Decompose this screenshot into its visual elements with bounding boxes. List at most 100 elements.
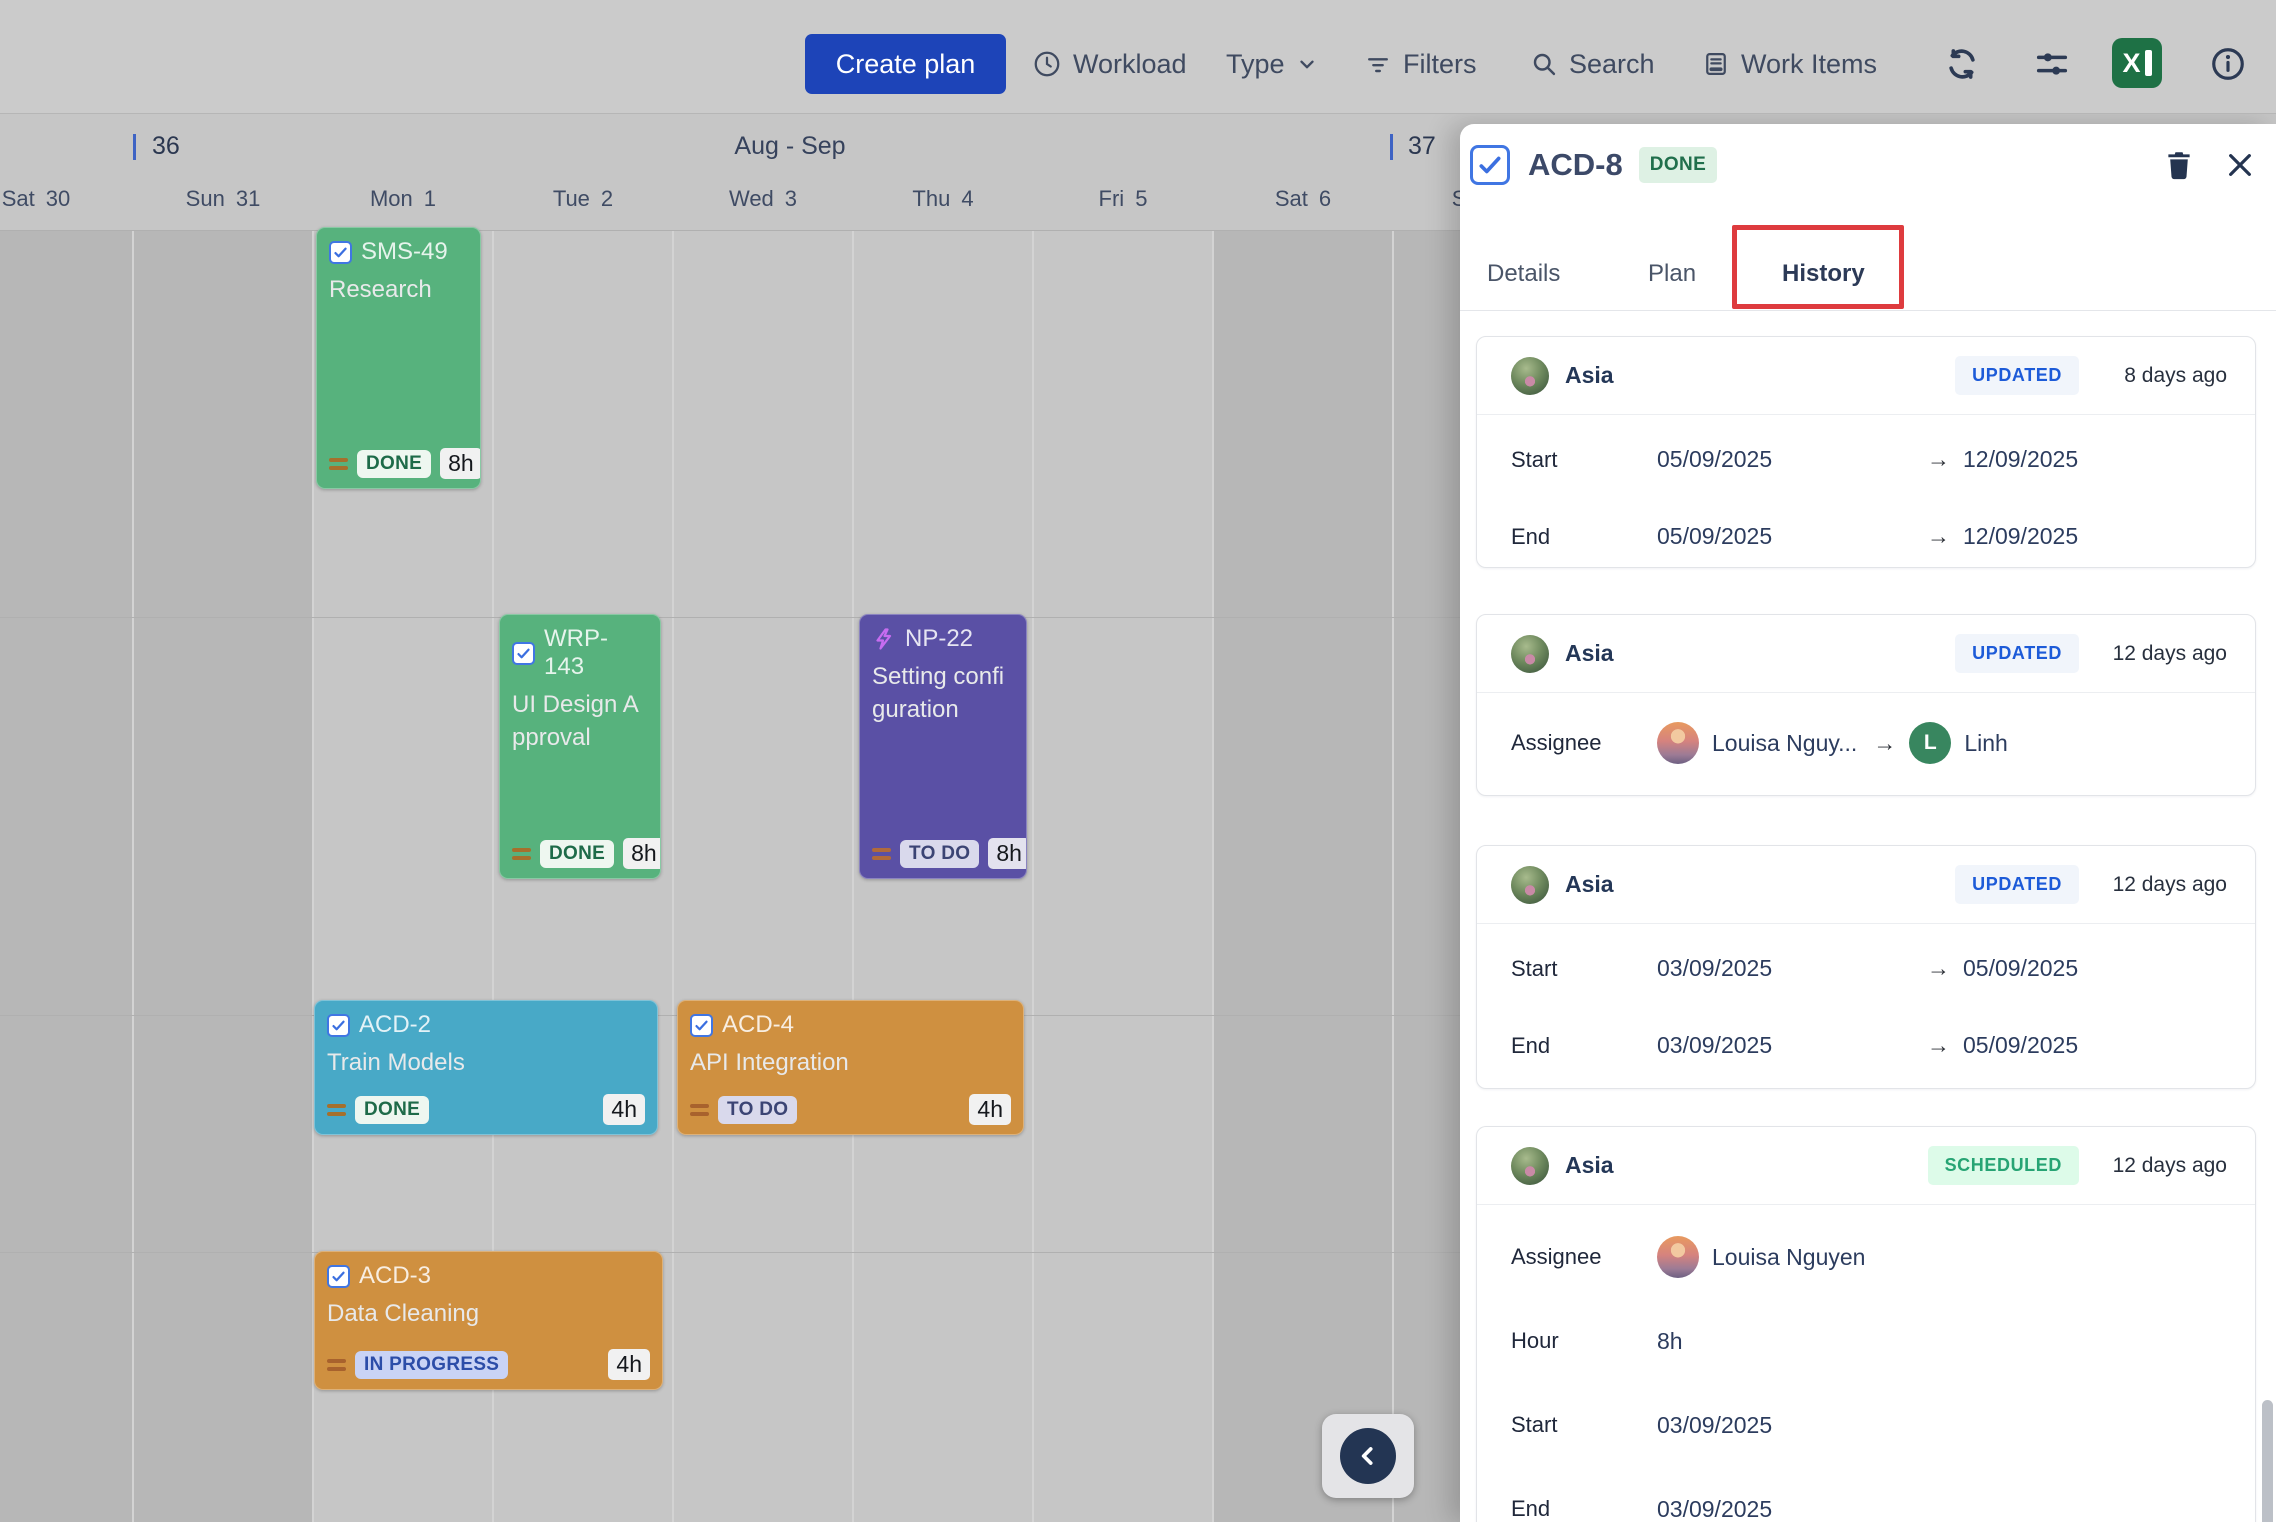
lightning-icon [872,627,896,651]
status-badge: IN PROGRESS [355,1351,508,1379]
status-badge: TO DO [718,1096,797,1124]
hours-badge: 4h [608,1349,650,1380]
sync-icon[interactable] [1936,38,1988,90]
day-header: Wed3 [703,186,823,212]
history-entry: Asia SCHEDULED 12 days ago Assignee Loui… [1476,1126,2256,1522]
priority-medium-icon [690,1104,709,1116]
day-header: Thu4 [883,186,1003,212]
day-header: Tue2 [523,186,643,212]
task-code: ACD-3 [359,1262,431,1290]
week-36-tick [133,134,136,160]
avatar-louisa [1657,1236,1699,1278]
task-card-wrp-143[interactable]: WRP-143 UI Design Approval DONE 8h [499,614,661,879]
entry-timestamp: 8 days ago [2099,364,2227,388]
trash-icon[interactable] [2162,148,2196,182]
task-code: WRP-143 [544,625,648,681]
tab-history[interactable]: History [1782,260,1865,288]
weekend-shade-left [0,230,313,1522]
excel-export-icon[interactable]: X [2112,38,2162,88]
panel-tabs: Details Plan History [1460,242,2276,310]
history-entry-header: Asia SCHEDULED 12 days ago [1477,1127,2255,1205]
task-checkbox-icon [327,1014,350,1037]
task-checkbox-icon [329,241,352,264]
history-entry-header: Asia UPDATED 12 days ago [1477,846,2255,924]
info-icon[interactable] [2202,38,2254,90]
tabs-divider [1460,310,2276,311]
field-row: Hour 8h [1477,1299,2255,1383]
hours-badge: 4h [603,1094,645,1125]
avatar-linh-initial: L [1909,722,1951,764]
settings-sliders-icon[interactable] [2026,38,2078,90]
task-title: UI Design Approval [512,688,648,754]
action-badge: UPDATED [1955,865,2079,904]
status-badge: DONE [357,450,431,478]
task-card-sms-49[interactable]: SMS-49 Research DONE8h [316,227,481,489]
entry-timestamp: 12 days ago [2099,1154,2227,1178]
type-dropdown[interactable]: Type [1226,34,1318,94]
priority-medium-icon [872,848,891,860]
day-header: Sat30 [0,186,96,212]
avatar-asia [1511,635,1549,673]
task-status-badge: DONE [1639,147,1718,183]
task-code: NP-22 [905,625,973,653]
weekend-shade-right [1213,230,1476,1522]
task-title: Train Models [327,1046,645,1079]
collapse-panel-button[interactable] [1322,1414,1414,1498]
workload-button[interactable]: Workload [1032,34,1187,94]
history-entry: Asia UPDATED 8 days ago Start 05/09/2025… [1476,336,2256,568]
day-header: Mon1 [343,186,463,212]
filters-button[interactable]: Filters [1364,34,1477,94]
arrow-right-icon: → [1927,446,1950,473]
tab-details[interactable]: Details [1487,260,1560,288]
hours-badge: 8h [623,838,661,869]
search-button[interactable]: Search [1530,34,1655,94]
task-card-acd-4[interactable]: ACD-4 API Integration TO DO4h [677,1000,1024,1135]
arrow-right-icon: → [1927,523,1950,550]
arrow-right-icon: → [1927,1032,1950,1059]
status-badge: DONE [355,1096,429,1124]
journal-icon [1702,50,1730,78]
task-code: ACD-4 [722,1011,794,1039]
arrow-right-icon: → [1873,730,1896,757]
history-entry: Asia UPDATED 12 days ago Assignee Louisa… [1476,614,2256,796]
week-number-left: 36 [152,132,180,161]
task-card-acd-3[interactable]: ACD-3 Data Cleaning IN PROGRESS 4h [314,1251,663,1390]
priority-medium-icon [329,458,348,470]
action-badge: SCHEDULED [1928,1146,2079,1185]
status-badge: DONE [540,840,614,868]
entry-timestamp: 12 days ago [2099,873,2227,897]
work-items-button[interactable]: Work Items [1702,34,1877,94]
change-row: End 05/09/2025 → 12/09/2025 [1477,498,2255,575]
task-checkbox-icon [512,642,535,665]
panel-scrollbar[interactable] [2262,1400,2273,1522]
day-header: Fri5 [1063,186,1183,212]
task-checkbox-icon [690,1014,713,1037]
task-card-np-22[interactable]: NP-22 Setting configuration TO DO8h [859,614,1027,879]
change-row: Assignee Louisa Nguy... → L Linh [1477,693,2255,793]
avatar-asia [1511,357,1549,395]
week-37-tick [1390,134,1393,160]
task-checkbox-icon[interactable] [1470,145,1510,185]
task-checkbox-icon [327,1265,350,1288]
hours-badge: 4h [969,1094,1011,1125]
task-code: ACD-2 [359,1011,431,1039]
month-range-label: Aug - Sep [640,132,940,161]
search-icon [1530,50,1558,78]
task-title: Data Cleaning [327,1297,650,1330]
tab-plan[interactable]: Plan [1648,260,1696,288]
day-header: Sat6 [1243,186,1363,212]
action-badge: UPDATED [1955,356,2079,395]
history-entry-header: Asia UPDATED 12 days ago [1477,615,2255,693]
create-plan-button[interactable]: Create plan [805,34,1006,94]
task-card-acd-2[interactable]: ACD-2 Train Models DONE 4h [314,1000,658,1135]
priority-medium-icon [327,1104,346,1116]
status-badge: TO DO [900,840,979,868]
close-icon[interactable] [2224,149,2256,181]
chevron-left-icon [1340,1428,1396,1484]
app-screen: 36 Aug - Sep 37 Sat30 Sun31 Mon1 Tue2 We… [0,0,2276,1522]
change-row: End 03/09/2025 → 05/09/2025 [1477,1007,2255,1084]
task-title: Research [329,273,468,306]
hours-badge: 8h [988,838,1027,869]
avatar-asia [1511,866,1549,904]
filter-icon [1364,50,1392,78]
